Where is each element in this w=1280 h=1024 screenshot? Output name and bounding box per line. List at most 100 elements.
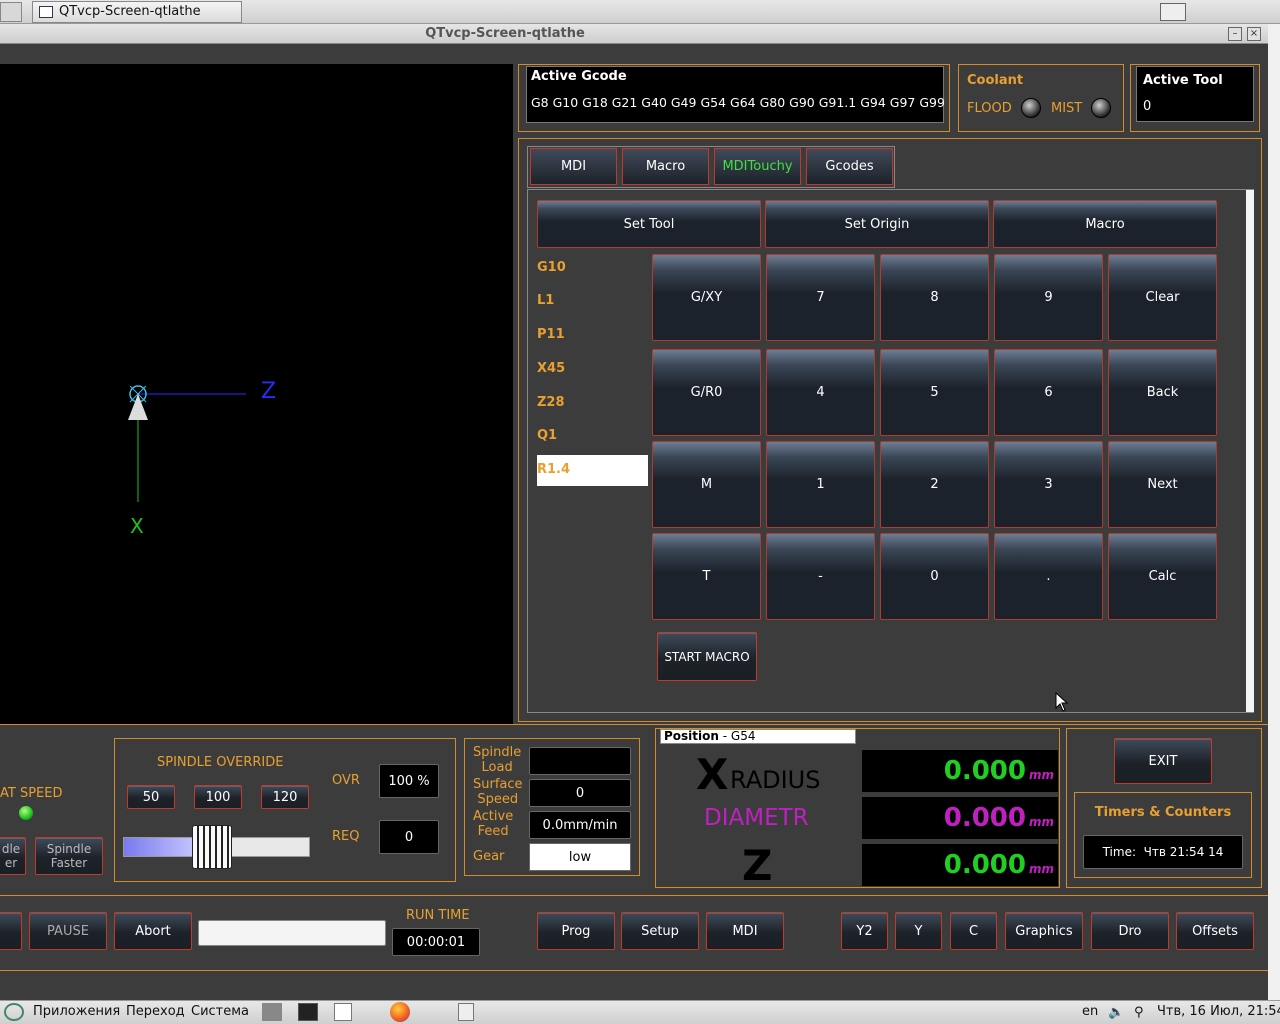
override-slider-handle[interactable] bbox=[192, 825, 232, 869]
taskbar-window-button[interactable]: QTvcp-Screen-qtlathe bbox=[32, 1, 242, 23]
key-9[interactable]: 9 bbox=[994, 254, 1103, 341]
abort-button[interactable]: Abort bbox=[114, 912, 192, 950]
key-calc[interactable]: Calc bbox=[1108, 533, 1217, 620]
coolant-panel: Coolant FLOOD MIST bbox=[958, 64, 1124, 132]
preset-100-button[interactable]: 100 bbox=[194, 785, 242, 809]
z-unit: mm bbox=[1028, 862, 1054, 876]
position-title: Position bbox=[664, 729, 719, 743]
spindle-slower-button[interactable]: dle er bbox=[0, 837, 26, 875]
keyboard-layout[interactable]: en bbox=[1082, 1004, 1098, 1019]
exit-button[interactable]: EXIT bbox=[1114, 738, 1212, 784]
mist-label: MIST bbox=[1051, 101, 1083, 116]
active-gcode-box: Active Gcode G8 G10 G18 G21 G40 G49 G54 … bbox=[526, 66, 945, 123]
key-gr0[interactable]: G/R0 bbox=[652, 349, 761, 436]
key-6[interactable]: 6 bbox=[994, 349, 1103, 436]
macro-button[interactable]: Macro bbox=[993, 200, 1217, 248]
program-progress-bar bbox=[198, 920, 386, 946]
spindle-faster-button[interactable]: Spindle Faster bbox=[35, 837, 103, 875]
current-word-field[interactable]: R1.4 bbox=[537, 455, 648, 486]
mdi-button[interactable]: MDI bbox=[706, 912, 784, 950]
firefox-icon[interactable] bbox=[390, 1002, 410, 1022]
minimize-icon[interactable]: – bbox=[1228, 27, 1242, 41]
dro-button[interactable]: Dro bbox=[1091, 912, 1169, 950]
preset-120-button[interactable]: 120 bbox=[261, 785, 309, 809]
tab-mdi[interactable]: MDI bbox=[530, 148, 617, 185]
gcode-word[interactable]: G10 bbox=[537, 260, 566, 275]
key-4[interactable]: 4 bbox=[766, 349, 875, 436]
spindle-info-panel: Spindle Load Surface Speed 0 Active Feed… bbox=[464, 738, 640, 876]
axis-plot bbox=[128, 385, 246, 502]
trash-icon[interactable] bbox=[458, 1003, 474, 1021]
req-value: 0 bbox=[379, 820, 439, 854]
window-icon bbox=[39, 6, 53, 18]
gcode-word[interactable]: L1 bbox=[537, 293, 554, 308]
prog-button[interactable]: Prog bbox=[537, 912, 615, 950]
gcode-word[interactable]: Q1 bbox=[537, 428, 557, 443]
setup-button[interactable]: Setup bbox=[621, 912, 699, 950]
clock[interactable]: Чтв, 16 Июл, 21:54 bbox=[1157, 1004, 1280, 1019]
key-dot[interactable]: . bbox=[994, 533, 1103, 620]
key-2[interactable]: 2 bbox=[880, 441, 989, 528]
text-editor-icon[interactable] bbox=[334, 1003, 352, 1021]
key-t[interactable]: T bbox=[652, 533, 761, 620]
gcode-word[interactable]: Z28 bbox=[537, 395, 565, 410]
top-taskbar: QTvcp-Screen-qtlathe bbox=[0, 0, 1280, 24]
key-m[interactable]: M bbox=[652, 441, 761, 528]
run-time-label: RUN TIME bbox=[406, 908, 470, 923]
preset-50-button[interactable]: 50 bbox=[127, 785, 175, 809]
offsets-button[interactable]: Offsets bbox=[1176, 912, 1254, 950]
x-diameter-value: 0.000 bbox=[943, 803, 1026, 833]
active-tool-value: 0 bbox=[1143, 99, 1152, 114]
system-menu[interactable]: Система bbox=[191, 1004, 249, 1019]
flood-led-icon[interactable] bbox=[1021, 98, 1041, 118]
applications-menu[interactable]: Приложения bbox=[33, 1004, 120, 1019]
volume-icon[interactable]: 🔈 bbox=[1108, 1005, 1124, 1021]
key-minus[interactable]: - bbox=[766, 533, 875, 620]
y-button[interactable]: Y bbox=[895, 912, 942, 950]
window-title: QTvcp-Screen-qtlathe bbox=[425, 26, 585, 41]
go-menu[interactable]: Переход bbox=[126, 1004, 185, 1019]
tab-mditouchy[interactable]: MDITouchy bbox=[714, 148, 801, 185]
c-button[interactable]: C bbox=[950, 912, 997, 950]
key-gxy[interactable]: G/XY bbox=[652, 254, 761, 341]
x-axis-label: X bbox=[130, 514, 144, 538]
key-clear[interactable]: Clear bbox=[1108, 254, 1217, 341]
set-tool-button[interactable]: Set Tool bbox=[537, 200, 761, 248]
ovr-label: OVR bbox=[332, 773, 360, 788]
z-axis-letter: Z bbox=[742, 841, 773, 890]
set-origin-button[interactable]: Set Origin bbox=[765, 200, 989, 248]
override-slider-fill bbox=[124, 838, 198, 856]
mist-led-icon[interactable] bbox=[1091, 98, 1111, 118]
mouse-cursor-icon bbox=[1055, 692, 1069, 712]
run-time-value: 00:00:01 bbox=[392, 928, 480, 956]
graphics-view[interactable]: Z X bbox=[0, 64, 513, 724]
start-macro-button[interactable]: START MACRO bbox=[657, 632, 757, 681]
launcher-icon[interactable] bbox=[262, 1003, 282, 1021]
distro-logo-icon[interactable] bbox=[4, 1003, 24, 1021]
gcode-word[interactable]: X45 bbox=[537, 361, 565, 376]
key-next[interactable]: Next bbox=[1108, 441, 1217, 528]
graphics-button[interactable]: Graphics bbox=[1005, 912, 1083, 950]
tab-gcodes[interactable]: Gcodes bbox=[806, 148, 893, 185]
key-1[interactable]: 1 bbox=[766, 441, 875, 528]
at-speed-label: AT SPEED bbox=[0, 786, 63, 801]
key-5[interactable]: 5 bbox=[880, 349, 989, 436]
tab-macro[interactable]: Macro bbox=[622, 148, 709, 185]
z-dro: 0.000 mm bbox=[862, 844, 1058, 886]
pause-button[interactable]: PAUSE bbox=[29, 912, 107, 950]
show-desktop-icon[interactable] bbox=[1160, 3, 1186, 21]
close-icon[interactable]: × bbox=[1247, 27, 1261, 41]
terminal-icon[interactable] bbox=[298, 1003, 318, 1021]
gcode-word[interactable]: P11 bbox=[537, 327, 565, 342]
key-back[interactable]: Back bbox=[1108, 349, 1217, 436]
run-button[interactable] bbox=[0, 912, 22, 950]
key-8[interactable]: 8 bbox=[880, 254, 989, 341]
key-0[interactable]: 0 bbox=[880, 533, 989, 620]
network-icon[interactable]: ⚲ bbox=[1134, 1005, 1152, 1021]
key-7[interactable]: 7 bbox=[766, 254, 875, 341]
scrollbar[interactable] bbox=[1246, 190, 1254, 712]
y2-button[interactable]: Y2 bbox=[841, 912, 888, 950]
key-3[interactable]: 3 bbox=[994, 441, 1103, 528]
active-tool-label: Active Tool bbox=[1143, 73, 1223, 88]
app-menu-icon[interactable] bbox=[0, 2, 22, 22]
